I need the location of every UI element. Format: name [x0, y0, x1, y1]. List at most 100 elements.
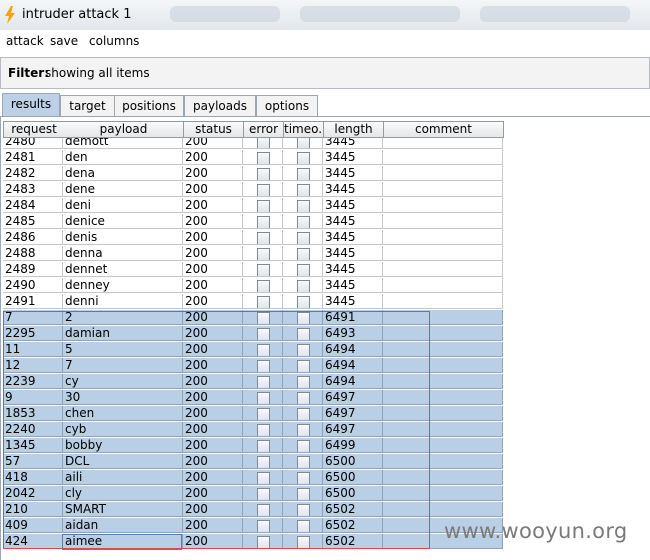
- error-checkbox[interactable]: [257, 408, 270, 420]
- timeout-checkbox[interactable]: [297, 536, 310, 548]
- menu-save[interactable]: save: [50, 34, 78, 48]
- error-checkbox[interactable]: [257, 248, 270, 260]
- column-header-request[interactable]: request: [3, 121, 65, 138]
- timeout-checkbox[interactable]: [297, 232, 310, 244]
- table-row[interactable]: 2480 demott 200 3445: [3, 138, 503, 150]
- cell-timeout: [283, 138, 323, 149]
- error-checkbox[interactable]: [257, 392, 270, 404]
- column-header-length[interactable]: length: [324, 121, 384, 138]
- table-row[interactable]: 2485 denice 200 3445: [3, 214, 503, 230]
- column-header-status[interactable]: status: [184, 121, 244, 138]
- error-checkbox[interactable]: [257, 232, 270, 244]
- error-checkbox[interactable]: [257, 360, 270, 372]
- menu-columns[interactable]: columns: [89, 34, 139, 48]
- cell-error: [243, 294, 283, 309]
- error-checkbox[interactable]: [257, 520, 270, 532]
- table-row[interactable]: 2042 cly 200 6500: [3, 486, 503, 502]
- error-checkbox[interactable]: [257, 138, 270, 148]
- tab-payloads[interactable]: payloads: [184, 95, 256, 116]
- timeout-checkbox[interactable]: [297, 200, 310, 212]
- table-row[interactable]: 2489 dennet 200 3445: [3, 262, 503, 278]
- error-checkbox[interactable]: [257, 488, 270, 500]
- error-checkbox[interactable]: [257, 440, 270, 452]
- column-header-payload[interactable]: payload: [64, 121, 184, 138]
- table-row[interactable]: 57 DCL 200 6500: [3, 454, 503, 470]
- error-checkbox[interactable]: [257, 376, 270, 388]
- timeout-checkbox[interactable]: [297, 504, 310, 516]
- error-checkbox[interactable]: [257, 264, 270, 276]
- error-checkbox[interactable]: [257, 456, 270, 468]
- table-row[interactable]: 2491 denni 200 3445: [3, 294, 503, 310]
- table-row[interactable]: 2240 cyb 200 6497: [3, 422, 503, 438]
- error-checkbox[interactable]: [257, 424, 270, 436]
- cell-timeout: [283, 310, 323, 325]
- timeout-checkbox[interactable]: [297, 456, 310, 468]
- tab-target[interactable]: target: [60, 95, 115, 116]
- cell-length: 3445: [323, 262, 383, 277]
- timeout-checkbox[interactable]: [297, 248, 310, 260]
- error-checkbox[interactable]: [257, 536, 270, 548]
- table-row[interactable]: 1345 bobby 200 6499: [3, 438, 503, 454]
- timeout-checkbox[interactable]: [297, 328, 310, 340]
- table-row[interactable]: 2484 deni 200 3445: [3, 198, 503, 214]
- timeout-checkbox[interactable]: [297, 264, 310, 276]
- error-checkbox[interactable]: [257, 280, 270, 292]
- menu-attack[interactable]: attack: [6, 34, 44, 48]
- timeout-checkbox[interactable]: [297, 344, 310, 356]
- timeout-checkbox[interactable]: [297, 138, 310, 148]
- table-row[interactable]: 2488 denna 200 3445: [3, 246, 503, 262]
- column-header-error[interactable]: error: [244, 121, 284, 138]
- error-checkbox[interactable]: [257, 472, 270, 484]
- error-checkbox[interactable]: [257, 328, 270, 340]
- tab-results[interactable]: results: [2, 93, 60, 116]
- error-checkbox[interactable]: [257, 504, 270, 516]
- table-row[interactable]: 2239 cy 200 6494: [3, 374, 503, 390]
- table-row[interactable]: 1853 chen 200 6497: [3, 406, 503, 422]
- timeout-checkbox[interactable]: [297, 424, 310, 436]
- error-checkbox[interactable]: [257, 200, 270, 212]
- timeout-checkbox[interactable]: [297, 392, 310, 404]
- timeout-checkbox[interactable]: [297, 168, 310, 180]
- error-checkbox[interactable]: [257, 168, 270, 180]
- column-header-comment[interactable]: comment: [384, 121, 504, 138]
- timeout-checkbox[interactable]: [297, 152, 310, 164]
- table-row[interactable]: 11 5 200 6494: [3, 342, 503, 358]
- filter-bar[interactable]: Filter: showing all items: [0, 57, 650, 89]
- timeout-checkbox[interactable]: [297, 360, 310, 372]
- column-header-timeout[interactable]: timeo...: [284, 121, 324, 138]
- cell-timeout: [283, 278, 323, 293]
- tab-positions[interactable]: positions: [114, 95, 184, 116]
- timeout-checkbox[interactable]: [297, 520, 310, 532]
- error-checkbox[interactable]: [257, 184, 270, 196]
- timeout-checkbox[interactable]: [297, 184, 310, 196]
- table-row[interactable]: 9 30 200 6497: [3, 390, 503, 406]
- tab-strip: results target positions payloads option…: [0, 93, 650, 117]
- table-row[interactable]: 418 aili 200 6500: [3, 470, 503, 486]
- cell-payload: chen: [63, 406, 183, 421]
- table-row[interactable]: 2483 dene 200 3445: [3, 182, 503, 198]
- timeout-checkbox[interactable]: [297, 408, 310, 420]
- table-row[interactable]: 12 7 200 6494: [3, 358, 503, 374]
- timeout-checkbox[interactable]: [297, 472, 310, 484]
- timeout-checkbox[interactable]: [297, 440, 310, 452]
- table-row[interactable]: 409 aidan 200 6502: [3, 518, 503, 534]
- table-row[interactable]: 7 2 200 6491: [3, 310, 503, 326]
- table-row[interactable]: 2295 damian 200 6493: [3, 326, 503, 342]
- error-checkbox[interactable]: [257, 152, 270, 164]
- timeout-checkbox[interactable]: [297, 216, 310, 228]
- timeout-checkbox[interactable]: [297, 488, 310, 500]
- timeout-checkbox[interactable]: [297, 312, 310, 324]
- timeout-checkbox[interactable]: [297, 280, 310, 292]
- error-checkbox[interactable]: [257, 296, 270, 308]
- timeout-checkbox[interactable]: [297, 376, 310, 388]
- table-row[interactable]: 2482 dena 200 3445: [3, 166, 503, 182]
- error-checkbox[interactable]: [257, 216, 270, 228]
- timeout-checkbox[interactable]: [297, 296, 310, 308]
- table-row[interactable]: 2481 den 200 3445: [3, 150, 503, 166]
- tab-options[interactable]: options: [256, 95, 318, 116]
- table-row[interactable]: 210 SMART 200 6502: [3, 502, 503, 518]
- table-row[interactable]: 2486 denis 200 3445: [3, 230, 503, 246]
- error-checkbox[interactable]: [257, 312, 270, 324]
- error-checkbox[interactable]: [257, 344, 270, 356]
- table-row[interactable]: 2490 denney 200 3445: [3, 278, 503, 294]
